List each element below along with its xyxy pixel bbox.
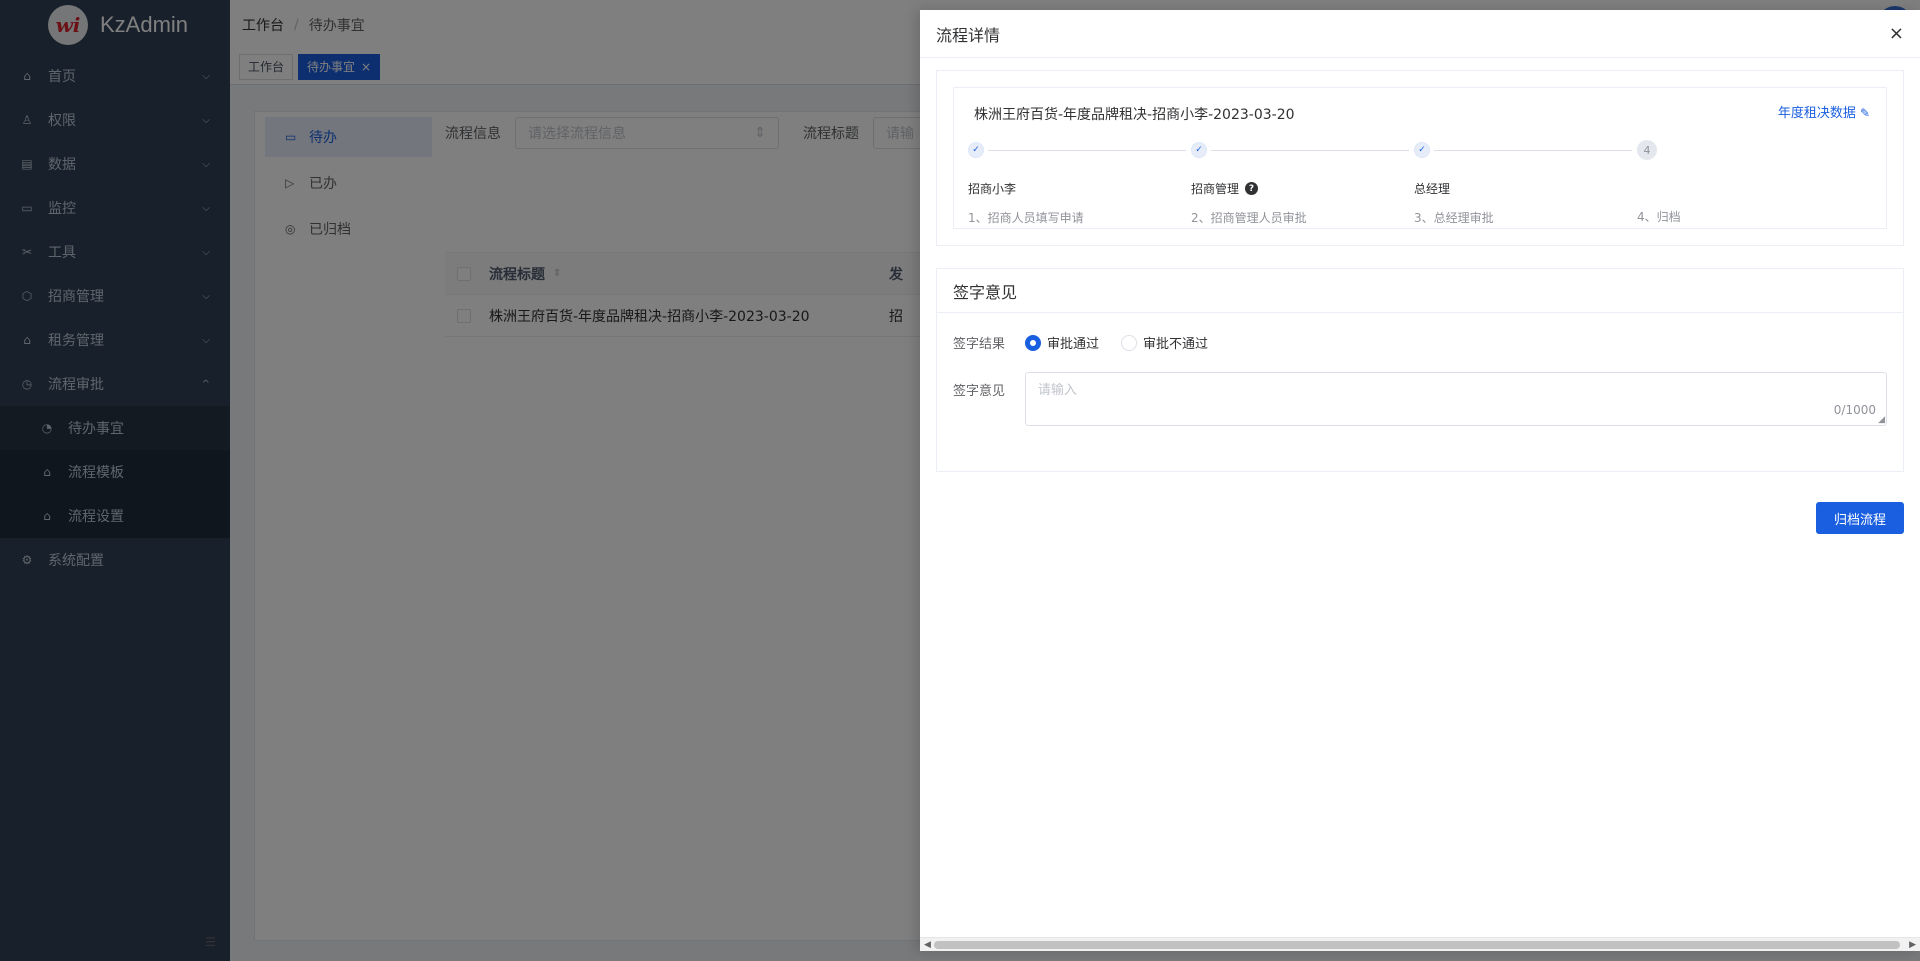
edit-icon: ✎ (1859, 106, 1870, 120)
textarea-placeholder: 请输入 (1037, 383, 1077, 398)
radio-label: 审批不通过 (1143, 337, 1209, 352)
flow-steps: ✓ 招商小李 1、招商人员填写申请 ✓ 招商管理 ? 2、招商管理人员审批 ✓ … (968, 140, 1888, 225)
drawer-header: 流程详情 × (920, 10, 1920, 58)
horizontal-scrollbar[interactable]: ◀ ▶ (920, 937, 1920, 951)
flow-title: 株洲王府百货-年度品牌租决-招商小李-2023-03-20 (974, 107, 1295, 123)
radio-dot (1025, 334, 1041, 351)
sign-opinion-textarea[interactable]: 请输入 0/1000 ◢ (1024, 372, 1887, 426)
step-1: ✓ 招商小李 1、招商人员填写申请 (968, 142, 1191, 226)
sign-opinion-label: 签字意见 (953, 384, 1006, 399)
radio-reject[interactable]: 审批不通过 (1121, 333, 1208, 352)
radio-approve[interactable]: 审批通过 (1025, 333, 1099, 352)
step-name-label: 招商管理 (1191, 182, 1240, 196)
close-icon[interactable]: × (1889, 23, 1904, 44)
check-icon: ✓ (968, 142, 984, 158)
radio-dot (1121, 334, 1138, 351)
sign-title: 签字意见 (937, 269, 1903, 313)
char-count: 0/1000 (1833, 403, 1876, 417)
sign-result-label: 签字结果 (953, 337, 1006, 352)
sign-opinion-row: 签字意见 请输入 0/1000 ◢ (937, 372, 1903, 426)
drawer-body: 株洲王府百货-年度品牌租决-招商小李-2023-03-20 年度租决数据 ✎ ✓ … (936, 70, 1904, 534)
step-desc: 4、归档 (1637, 210, 1681, 224)
step-desc: 2、招商管理人员审批 (1191, 211, 1307, 225)
scroll-left-icon[interactable]: ◀ (924, 938, 931, 952)
check-icon: ✓ (1191, 142, 1207, 158)
link-label: 年度租决数据 (1777, 106, 1856, 121)
step-name: 招商管理 ? (1191, 180, 1414, 197)
step-desc: 1、招商人员填写申请 (968, 211, 1084, 225)
radio-label: 审批通过 (1047, 337, 1100, 352)
annual-rent-data-link[interactable]: 年度租决数据 ✎ (1778, 102, 1870, 121)
step-desc: 3、总经理审批 (1414, 211, 1494, 225)
step-name: 招商小李 (968, 182, 1017, 196)
scrollbar-thumb[interactable] (934, 941, 1900, 949)
resize-handle-icon[interactable]: ◢ (1878, 415, 1885, 425)
flow-detail-drawer: 流程详情 × 株洲王府百货-年度品牌租决-招商小李-2023-03-20 年度租… (920, 10, 1920, 951)
step-2: ✓ 招商管理 ? 2、招商管理人员审批 (1191, 142, 1414, 226)
check-icon: ✓ (1414, 142, 1430, 158)
step-connector (1211, 150, 1409, 151)
drawer-title: 流程详情 (936, 25, 1001, 45)
step-name (1637, 182, 1860, 196)
step-name: 总经理 (1414, 182, 1451, 196)
scroll-right-icon[interactable]: ▶ (1909, 938, 1916, 952)
step-connector (1434, 150, 1632, 151)
step-4: 4 4、归档 (1637, 140, 1860, 225)
step-number: 4 (1637, 140, 1657, 160)
step-3: ✓ 总经理 3、总经理审批 (1414, 142, 1637, 226)
sign-box: 签字意见 签字结果 审批通过 审批不通过 签字意见 请输入 0/1000 ◢ (936, 268, 1904, 472)
step-connector (988, 150, 1186, 151)
flow-panel: 株洲王府百货-年度品牌租决-招商小李-2023-03-20 年度租决数据 ✎ ✓ … (953, 87, 1887, 229)
help-icon[interactable]: ? (1245, 182, 1259, 195)
flow-box: 株洲王府百货-年度品牌租决-招商小李-2023-03-20 年度租决数据 ✎ ✓ … (936, 70, 1904, 246)
archive-flow-button[interactable]: 归档流程 (1816, 502, 1904, 534)
sign-result-row: 签字结果 审批通过 审批不通过 (937, 333, 1903, 352)
